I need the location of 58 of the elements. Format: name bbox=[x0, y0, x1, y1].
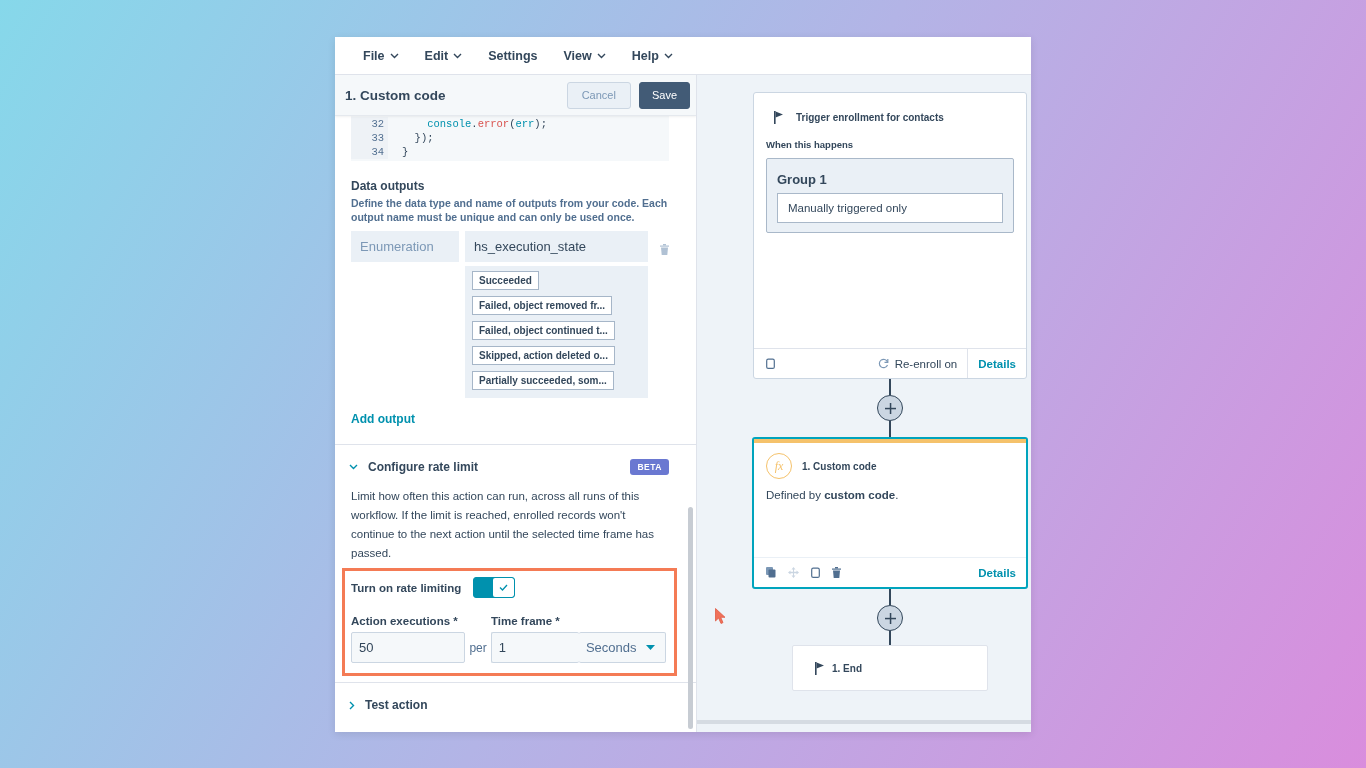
help-text: Define the data type and name of outputs from your code. Each output name must be unique and can only be used once. bbox=[351, 196, 669, 224]
option-tag: Skipped, action deleted o... bbox=[472, 346, 615, 365]
option-tag: Succeeded bbox=[472, 271, 539, 290]
name-field[interactable]: hs_execution_state bbox=[465, 231, 648, 262]
option-tag: Failed, object continued t... bbox=[472, 321, 615, 340]
card-description: Defined by custom code. bbox=[765, 488, 900, 501]
code-line: }); bbox=[413, 131, 435, 145]
refresh-icon bbox=[877, 358, 889, 369]
per-label: per bbox=[468, 640, 488, 655]
menu-item[interactable]: Settings bbox=[488, 48, 538, 63]
trash-icon[interactable] bbox=[832, 567, 841, 578]
flag-icon bbox=[815, 661, 825, 675]
add-step-button[interactable] bbox=[877, 605, 903, 631]
option-tag: Failed, object removed fr... bbox=[472, 296, 613, 315]
clipboard-icon[interactable] bbox=[766, 358, 775, 369]
plus-icon bbox=[884, 402, 896, 414]
section-title[interactable]: Test action bbox=[365, 698, 669, 712]
add-step-button[interactable] bbox=[877, 395, 903, 421]
menu-item[interactable]: File bbox=[363, 48, 399, 63]
group-title: Group 1 bbox=[777, 172, 828, 187]
card-title: Trigger enrollment for contacts bbox=[796, 112, 944, 123]
plus-icon bbox=[884, 612, 896, 624]
code-line: } bbox=[402, 145, 410, 159]
card-title: 1. Custom code bbox=[802, 460, 877, 472]
line-number: 33 bbox=[371, 131, 384, 145]
beta-badge: BETA bbox=[630, 459, 669, 475]
save-button[interactable]: Save bbox=[638, 81, 690, 109]
flag-icon bbox=[774, 111, 784, 124]
toggle-label: Turn on rate limiting bbox=[351, 581, 462, 594]
panel-title: 1. Custom code bbox=[345, 87, 447, 103]
line-number: 34 bbox=[371, 145, 384, 159]
code-line: console.error(err); bbox=[426, 117, 547, 131]
description-text: Limit how often this action can run, across all runs of this workflow. If the limit is reached, enrolled records won't continue to the next action until the selected time frame has passed. bbox=[351, 489, 655, 561]
condition-field: Manually triggered only bbox=[777, 193, 1003, 223]
menu-item[interactable]: Edit bbox=[424, 48, 463, 63]
toggle-switch[interactable] bbox=[473, 577, 516, 598]
details-link[interactable]: Details bbox=[967, 349, 1026, 378]
add-output-link[interactable]: Add output bbox=[351, 412, 415, 426]
menu-item[interactable]: View bbox=[563, 48, 606, 63]
reenroll-button[interactable]: Re-enroll on bbox=[877, 357, 968, 370]
trigger-card[interactable]: Trigger enrollment for contacts When this happens Group 1 Manually triggered only Re-enroll on Details bbox=[753, 92, 1027, 379]
line-number: 32 bbox=[371, 117, 384, 131]
field-label: Action executions * bbox=[351, 615, 459, 627]
end-card: 1. End bbox=[792, 645, 988, 691]
check-icon bbox=[499, 584, 509, 591]
section-heading: Data outputs bbox=[351, 179, 426, 193]
cursor-icon bbox=[715, 608, 726, 624]
action-card[interactable]: fx 1. Custom code Defined by custom code. Details bbox=[752, 437, 1028, 589]
copy-icon[interactable] bbox=[766, 567, 776, 578]
menu-item[interactable]: Help bbox=[631, 48, 673, 63]
details-link[interactable]: Details bbox=[968, 558, 1026, 587]
executions-input[interactable]: 50 bbox=[351, 632, 466, 663]
option-tag: Partially succeeded, som... bbox=[472, 371, 614, 390]
field-label: Time frame * bbox=[491, 615, 560, 627]
section-title[interactable]: Configure rate limit bbox=[368, 460, 621, 474]
scrollbar[interactable] bbox=[688, 507, 693, 729]
card-subtitle: When this happens bbox=[765, 138, 855, 150]
clipboard-icon[interactable] bbox=[811, 567, 820, 578]
